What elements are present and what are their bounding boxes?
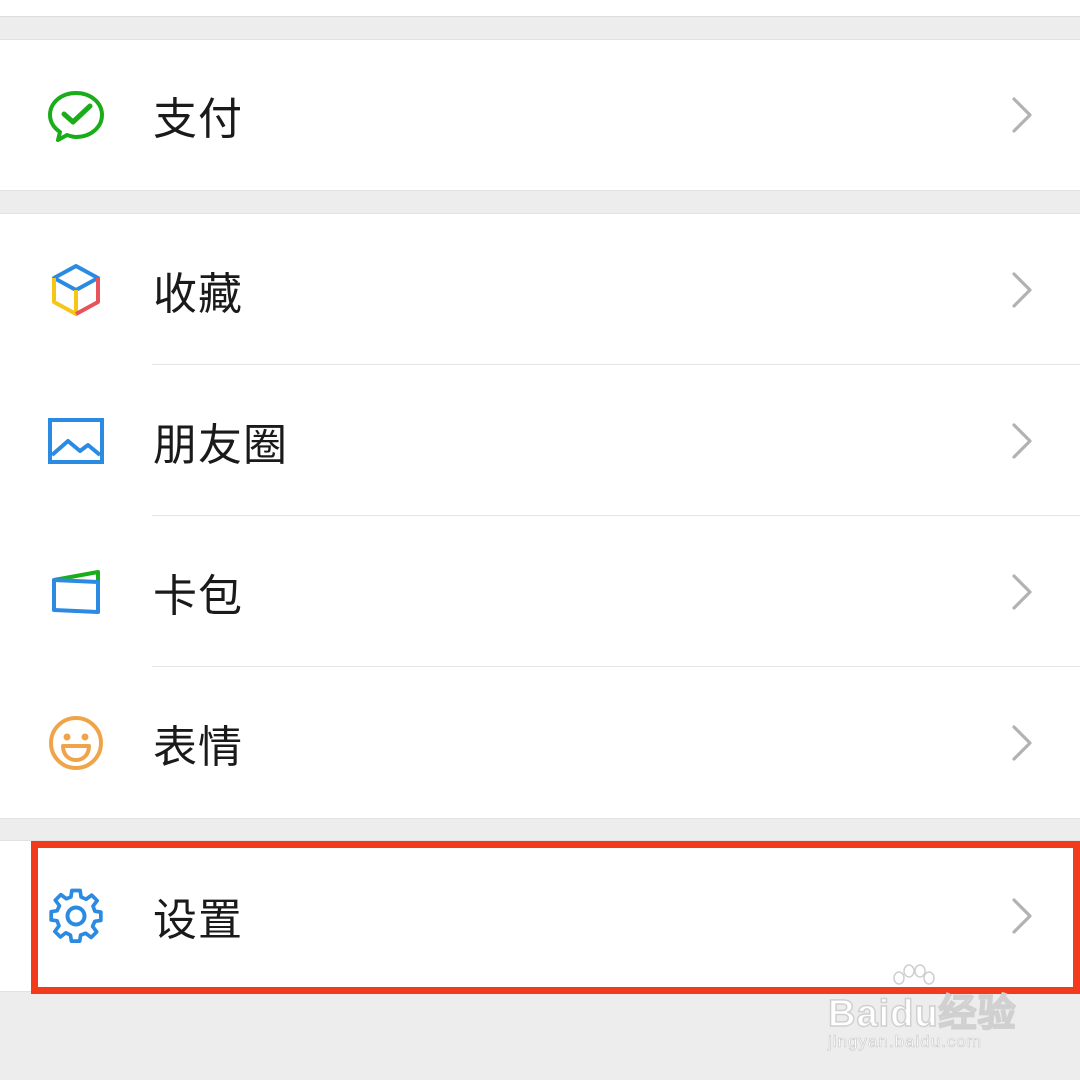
menu-item-label: 朋友圈 xyxy=(153,419,288,471)
chevron-right-icon xyxy=(1010,572,1034,612)
menu-item-favorites[interactable]: 收藏 xyxy=(0,214,1080,365)
menu-item-pay[interactable]: 支付 xyxy=(0,40,1080,190)
menu-group-pay: 支付 xyxy=(0,39,1080,191)
menu-item-moments[interactable]: 朋友圈 xyxy=(0,365,1080,516)
menu-group-services: 收藏 朋友圈 卡包 表情 xyxy=(0,213,1080,819)
menu-item-stickers[interactable]: 表情 xyxy=(0,667,1080,818)
chevron-right-icon xyxy=(1010,95,1034,135)
chevron-right-icon xyxy=(1010,270,1034,310)
sticker-smile-icon xyxy=(46,713,106,773)
watermark-brand: Baidu经验 xyxy=(827,992,1017,1036)
card-wallet-icon xyxy=(46,562,106,622)
menu-item-label: 收藏 xyxy=(153,268,243,320)
watermark-url: jingyan.baidu.com xyxy=(828,1032,983,1052)
menu-item-label: 表情 xyxy=(153,721,243,773)
menu-item-label: 支付 xyxy=(153,94,243,145)
previous-section-edge xyxy=(0,0,1080,17)
favorites-cube-icon xyxy=(46,260,106,320)
menu-item-card-wallet[interactable]: 卡包 xyxy=(0,516,1080,667)
chevron-right-icon xyxy=(1010,421,1034,461)
baidu-jingyan-watermark: Baidu经验 jingyan.baidu.com xyxy=(827,960,1028,1060)
menu-item-label: 卡包 xyxy=(153,570,243,622)
chevron-right-icon xyxy=(1010,723,1034,763)
wechat-pay-icon xyxy=(46,85,106,145)
moments-image-icon xyxy=(46,411,106,471)
